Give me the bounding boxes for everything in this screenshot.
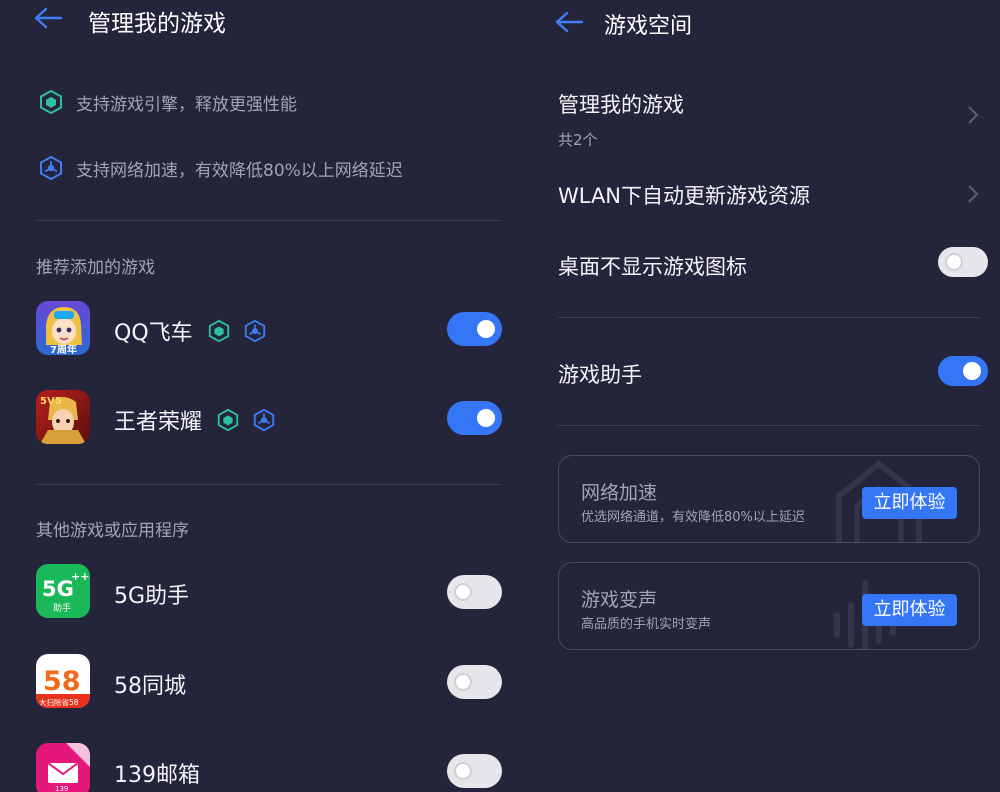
page-title: 管理我的游戏 [88, 11, 226, 37]
network-accelerate-badge-icon [253, 408, 275, 432]
back-arrow-icon[interactable] [33, 6, 63, 30]
5g-icon-text: 5G [42, 577, 74, 601]
game-assistant-toggle[interactable] [938, 356, 988, 386]
app-name: 58同城 [114, 668, 186, 700]
manage-my-games-count: 共2个 [558, 131, 598, 149]
others-section-label: 其他游戏或应用程序 [36, 521, 189, 541]
feature-text: 支持网络加速，有效降低80%以上网络延迟 [76, 160, 403, 181]
manage-my-games-label: 管理我的游戏 [558, 93, 684, 117]
game-engine-badge-icon [217, 408, 239, 432]
voice-changer-card: 游戏变声 高品质的手机实时变声 立即体验 [558, 562, 980, 650]
app-name: QQ飞车 [114, 315, 267, 347]
app-name: 王者荣耀 [114, 404, 276, 436]
back-arrow-icon[interactable] [554, 10, 584, 34]
card-title: 网络加速 [581, 482, 658, 504]
qq-speed-icon-label: 7周年 [50, 343, 77, 355]
card-description: 优选网络通道，有效降低80%以上延迟 [581, 510, 805, 525]
wlan-auto-update-label: WLAN下自动更新游戏资源 [558, 184, 811, 208]
card-description: 高品质的手机实时变声 [581, 617, 712, 632]
page-title: 游戏空间 [604, 14, 693, 39]
app-row-honor-of-kings: 5V5 王者荣耀 [36, 390, 502, 446]
139-icon-text: 139 [55, 785, 68, 792]
139-mail-app-icon: 139 [36, 743, 90, 792]
feature-network-accelerate: 支持网络加速，有效降低80%以上网络延迟 [38, 154, 403, 182]
app-name-text: 139邮箱 [114, 763, 200, 788]
5g-assistant-toggle[interactable] [447, 575, 502, 609]
game-space-screen: 游戏空间 管理我的游戏 共2个 WLAN下自动更新游戏资源 桌面不显示游戏图标 … [536, 0, 1000, 792]
5g-icon-sub: 助手 [53, 602, 71, 614]
app-name-text: 58同城 [114, 674, 186, 699]
game-assistant-item: 游戏助手 [558, 356, 988, 393]
app-row-qq-speed: 7周年 QQ飞车 [36, 301, 502, 357]
app-row-58-tongcheng: 58 大扫除省58 58同城 [36, 654, 502, 710]
manage-games-screen: 管理我的游戏 支持游戏引擎，释放更强性能 支持网络加速，有效降低80%以上网络延… [0, 0, 536, 792]
app-name: 139邮箱 [114, 757, 200, 789]
honor-of-kings-app-icon: 5V5 [36, 390, 90, 444]
feature-text: 支持游戏引擎，释放更强性能 [76, 94, 297, 115]
feature-game-engine: 支持游戏引擎，释放更强性能 [38, 88, 297, 116]
chevron-right-icon [968, 106, 979, 124]
58-tongcheng-app-icon: 58 大扫除省58 [36, 654, 90, 708]
app-name: 5G助手 [114, 578, 189, 610]
try-now-button[interactable]: 立即体验 [862, 594, 957, 626]
hide-desktop-icon-item: 桌面不显示游戏图标 [558, 247, 988, 285]
hide-desktop-icon-toggle[interactable] [938, 247, 988, 277]
divider [36, 484, 502, 485]
58-tongcheng-toggle[interactable] [447, 665, 502, 699]
app-row-139-mail: 139 139邮箱 [36, 743, 502, 792]
game-engine-icon [40, 89, 62, 115]
139-mail-toggle[interactable] [447, 754, 502, 788]
network-accelerate-card: 网络加速 优选网络通道，有效降低80%以上延迟 立即体验 [558, 455, 980, 543]
recommended-section-label: 推荐添加的游戏 [36, 258, 155, 278]
hide-desktop-icon-label: 桌面不显示游戏图标 [558, 255, 747, 279]
app-name-text: QQ飞车 [114, 321, 193, 346]
try-now-button[interactable]: 立即体验 [862, 487, 957, 519]
divider [558, 425, 980, 426]
divider [558, 317, 980, 318]
5g-icon-plus: ++ [71, 570, 89, 583]
network-accelerate-icon [40, 155, 62, 181]
app-name-text: 5G助手 [114, 584, 190, 609]
qq-speed-app-icon: 7周年 [36, 301, 90, 355]
qq-speed-toggle[interactable] [447, 312, 502, 346]
app-name-text: 王者荣耀 [114, 410, 203, 435]
manage-my-games-item[interactable]: 管理我的游戏 共2个 [558, 89, 980, 149]
58-icon-banner: 大扫除省58 [39, 697, 79, 707]
game-engine-badge-icon [208, 319, 229, 343]
card-title: 游戏变声 [581, 589, 658, 611]
divider [36, 220, 502, 221]
game-assistant-label: 游戏助手 [558, 363, 642, 387]
app-row-5g-assistant: 5G ++ 助手 5G助手 [36, 564, 502, 620]
58-icon-text: 58 [43, 666, 81, 697]
wlan-auto-update-item[interactable]: WLAN下自动更新游戏资源 [558, 180, 980, 210]
5g-assistant-app-icon: 5G ++ 助手 [36, 564, 90, 618]
network-accelerate-badge-icon [244, 319, 265, 343]
chevron-right-icon [968, 185, 979, 203]
honor-of-kings-toggle[interactable] [447, 401, 502, 435]
honor-of-kings-icon-label: 5V5 [40, 396, 62, 407]
